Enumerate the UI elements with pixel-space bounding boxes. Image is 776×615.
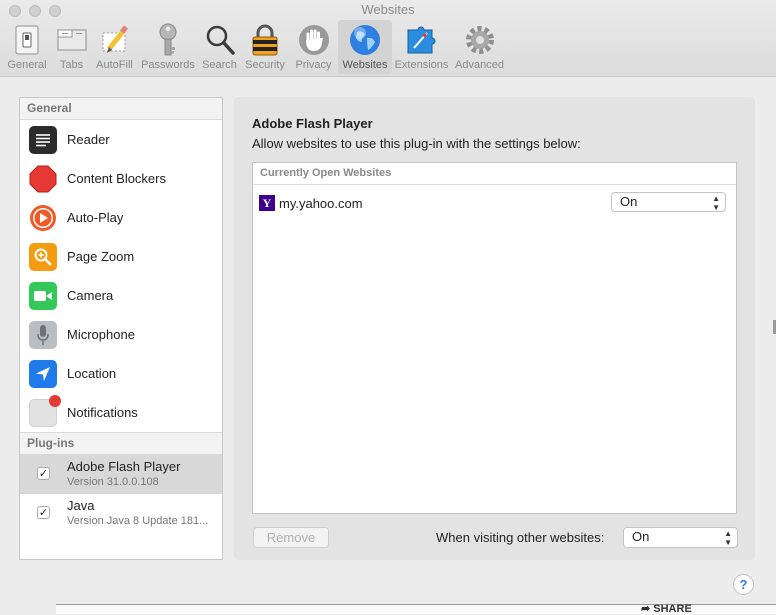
- sidebar-item-label: Microphone: [67, 327, 135, 342]
- puzzle-icon: [404, 22, 440, 58]
- plugin-item-adobe-flash-player[interactable]: ✓ Adobe Flash Player Version 31.0.0.108: [20, 455, 222, 494]
- microphone-icon: [29, 320, 57, 349]
- plugin-item-java[interactable]: ✓ Java Version Java 8 Update 181...: [20, 494, 222, 533]
- tab-passwords-label: Passwords: [141, 59, 195, 71]
- general-switch-icon: [9, 22, 45, 58]
- other-websites-label: When visiting other websites:: [436, 530, 605, 545]
- site-setting-value: On: [620, 194, 638, 209]
- globe-icon: [347, 22, 383, 58]
- sidebar-item-label: Notifications: [67, 405, 138, 420]
- tab-advanced[interactable]: Advanced: [451, 20, 508, 74]
- other-websites-select[interactable]: On ▲ ▼: [623, 527, 738, 548]
- share-button[interactable]: ➦ SHARE: [641, 602, 692, 615]
- help-button[interactable]: ?: [733, 574, 754, 595]
- tabs-icon: [54, 22, 90, 58]
- sidebar-item-page-zoom[interactable]: Page Zoom: [20, 237, 222, 276]
- tab-websites-label: Websites: [342, 59, 388, 71]
- other-websites-value: On: [632, 529, 650, 544]
- toolbar: Websites General Tabs AutoFill Passwords…: [0, 0, 776, 77]
- table-header: Currently Open Websites: [253, 163, 736, 185]
- tab-search[interactable]: Search: [198, 20, 241, 74]
- sidebar-item-label: Auto-Play: [67, 210, 124, 225]
- zoom-icon: [29, 242, 57, 271]
- tab-tabs[interactable]: Tabs: [52, 20, 91, 74]
- tab-autofill[interactable]: AutoFill: [91, 20, 138, 74]
- tab-passwords[interactable]: Passwords: [138, 20, 198, 74]
- tab-advanced-label: Advanced: [455, 59, 504, 71]
- sidebar-item-label: Camera: [67, 288, 114, 303]
- sidebar-item-label: Location: [67, 366, 117, 381]
- general-section-header: General: [20, 98, 222, 120]
- site-domain: my.yahoo.com: [279, 195, 363, 211]
- tab-tabs-label: Tabs: [59, 59, 84, 71]
- padlock-icon: [247, 22, 283, 58]
- up-down-chevron-icon: ▲ ▼: [712, 194, 720, 212]
- sidebar-item-location[interactable]: Location: [20, 354, 222, 393]
- tab-general-label: General: [7, 59, 47, 71]
- plugin-title: Adobe Flash Player: [252, 116, 373, 131]
- location-arrow-icon: [29, 359, 57, 388]
- hand-icon: [296, 22, 332, 58]
- tab-security-label: Security: [245, 59, 285, 71]
- share-label: SHARE: [653, 603, 692, 615]
- magnifier-icon: [202, 22, 238, 58]
- yahoo-favicon-icon: Y: [259, 195, 275, 211]
- play-icon: [29, 204, 57, 232]
- notifications-icon: [29, 394, 61, 427]
- plugin-description: Allow websites to use this plug-in with …: [252, 136, 581, 151]
- key-icon: [150, 22, 186, 58]
- plugin-version: Version 31.0.0.108: [67, 476, 159, 488]
- sidebar-item-label: Reader: [67, 132, 110, 147]
- tab-autofill-label: AutoFill: [96, 59, 133, 71]
- table-row[interactable]: Y my.yahoo.com On ▲ ▼: [253, 185, 736, 221]
- plugin-name: Java: [67, 498, 95, 513]
- camera-icon: [29, 281, 57, 310]
- stop-sign-icon: [29, 165, 57, 193]
- sidebar: General Reader Content Blockers Auto-Pla…: [19, 97, 223, 560]
- gear-icon: [462, 22, 498, 58]
- reader-icon: [29, 125, 57, 154]
- tab-extensions-label: Extensions: [394, 59, 449, 71]
- sidebar-item-microphone[interactable]: Microphone: [20, 315, 222, 354]
- plugins-section-header: Plug-ins: [20, 432, 222, 455]
- plugin-enabled-checkbox[interactable]: ✓: [37, 467, 50, 480]
- sidebar-item-notifications[interactable]: Notifications: [20, 393, 222, 432]
- plugin-enabled-checkbox[interactable]: ✓: [37, 506, 50, 519]
- tab-extensions[interactable]: Extensions: [392, 20, 451, 74]
- open-websites-table: Currently Open Websites Y my.yahoo.com O…: [252, 162, 737, 514]
- notification-badge-icon: [49, 394, 61, 407]
- tab-websites[interactable]: Websites: [338, 20, 392, 74]
- plugin-settings-panel: Adobe Flash Player Allow websites to use…: [234, 97, 755, 560]
- plugin-name: Adobe Flash Player: [67, 459, 181, 474]
- sidebar-item-auto-play[interactable]: Auto-Play: [20, 198, 222, 237]
- sidebar-item-reader[interactable]: Reader: [20, 120, 222, 159]
- plugin-version: Version Java 8 Update 181...: [67, 515, 209, 527]
- site-setting-select[interactable]: On ▲ ▼: [611, 192, 726, 212]
- preferences-window: Websites General Tabs AutoFill Passwords…: [0, 0, 776, 615]
- sidebar-item-label: Page Zoom: [67, 249, 135, 264]
- tab-general[interactable]: General: [2, 20, 52, 74]
- window-title: Websites: [361, 2, 415, 17]
- tab-privacy-label: Privacy: [295, 59, 332, 71]
- sidebar-item-content-blockers[interactable]: Content Blockers: [20, 159, 222, 198]
- autofill-pencil-icon: [97, 22, 133, 58]
- remove-button[interactable]: Remove: [253, 527, 329, 548]
- share-arrow-icon: ➦: [641, 603, 654, 615]
- sidebar-item-camera[interactable]: Camera: [20, 276, 222, 315]
- sidebar-item-label: Content Blockers: [67, 171, 166, 186]
- up-down-chevron-icon: ▲ ▼: [724, 529, 732, 547]
- tab-privacy[interactable]: Privacy: [289, 20, 338, 74]
- tab-search-label: Search: [202, 59, 237, 71]
- preference-tabs: General Tabs AutoFill Passwords Search S…: [2, 20, 508, 76]
- tab-security[interactable]: Security: [241, 20, 289, 74]
